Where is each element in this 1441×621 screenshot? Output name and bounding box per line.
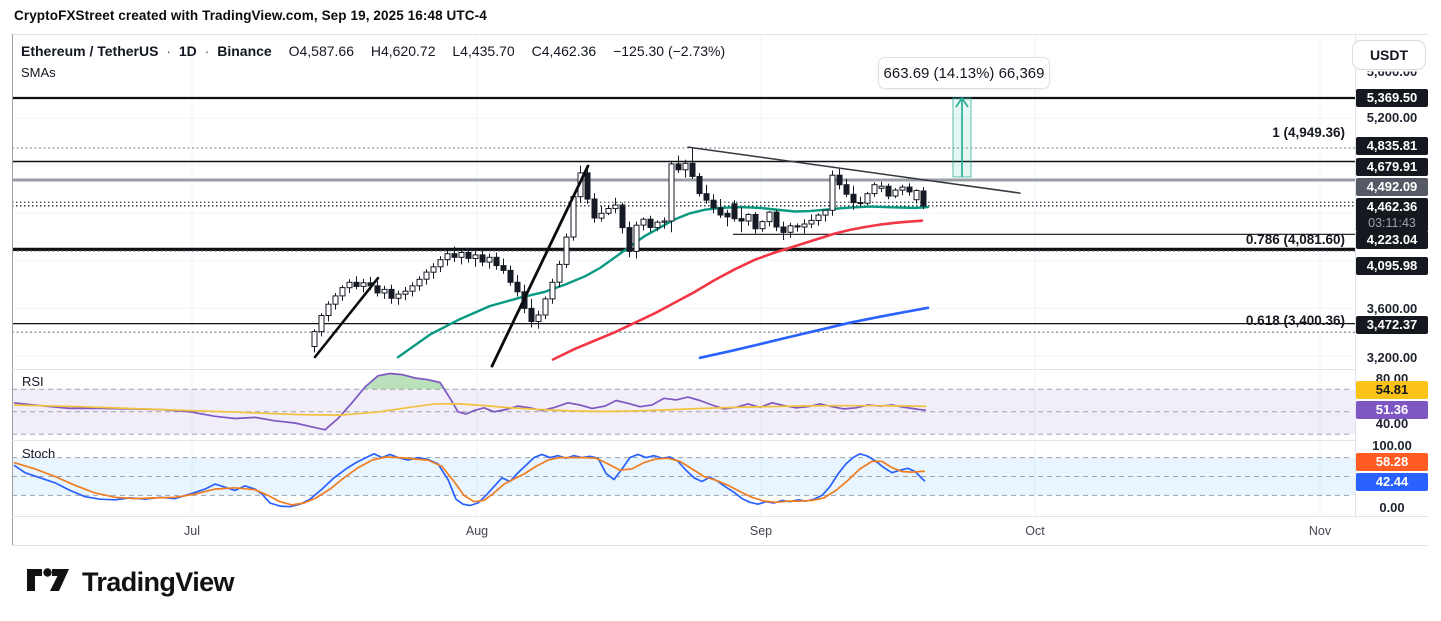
rsi-panel-label[interactable]: RSI bbox=[22, 374, 44, 389]
chart-top-border bbox=[12, 34, 1428, 35]
price-badge: 54.81 bbox=[1356, 381, 1428, 399]
price-badge: 4,095.98 bbox=[1356, 257, 1428, 275]
symbol-title-row: Ethereum / TetherUS · 1D · Binance O4,58… bbox=[21, 43, 725, 59]
symbol-name[interactable]: Ethereum / TetherUS bbox=[21, 43, 158, 59]
chart-bottom-border bbox=[12, 545, 1428, 546]
tradingview-wordmark: TradingView bbox=[82, 567, 234, 598]
current-price-label: 4,462.36 bbox=[1356, 198, 1428, 216]
price-badge: 42.44 bbox=[1356, 473, 1428, 491]
exchange-label: Binance bbox=[217, 43, 271, 59]
bar-countdown: 03:11:43 bbox=[1356, 216, 1428, 232]
tradingview-chart-screenshot: CryptoFXStreet created with TradingView.… bbox=[0, 0, 1441, 621]
price-tick: 100.00 bbox=[1356, 438, 1428, 453]
ohlc-low: L4,435.70 bbox=[452, 43, 514, 59]
month-label: Jul bbox=[170, 524, 214, 538]
price-badge: 4,835.81 bbox=[1356, 137, 1428, 155]
price-badge: 51.36 bbox=[1356, 401, 1428, 419]
tradingview-logo-icon bbox=[26, 566, 70, 599]
price-tick: 3,200.00 bbox=[1356, 350, 1428, 365]
fib-label: 1 (4,949.36) bbox=[1272, 125, 1345, 140]
price-measure-callout: 663.69 (14.13%) 66,369 bbox=[878, 57, 1050, 89]
price-tick: 0.00 bbox=[1356, 500, 1428, 515]
tradingview-logo[interactable]: TradingView bbox=[26, 566, 234, 599]
currency-toggle-button[interactable]: USDT bbox=[1352, 40, 1426, 70]
stoch-panel-separator bbox=[12, 440, 1355, 441]
month-label: Oct bbox=[1013, 524, 1057, 538]
fib-label: 0.786 (4,081.60) bbox=[1246, 232, 1345, 247]
fib-label: 0.618 (3,400.36) bbox=[1246, 313, 1345, 328]
rsi-panel-separator bbox=[12, 369, 1355, 370]
price-badge: 4,492.09 bbox=[1356, 178, 1428, 196]
price-badge: 4,679.91 bbox=[1356, 158, 1428, 176]
ohlc-change: −125.30 (−2.73%) bbox=[613, 43, 725, 59]
chart-left-border bbox=[12, 34, 13, 545]
month-label: Aug bbox=[455, 524, 499, 538]
interval-label[interactable]: 1D bbox=[179, 43, 197, 59]
price-tick: 5,200.00 bbox=[1356, 110, 1428, 125]
time-axis-separator bbox=[12, 516, 1428, 517]
price-tick: 3,600.00 bbox=[1356, 301, 1428, 316]
title-separator: · bbox=[166, 43, 171, 59]
price-badge: 4,462.3603:11:43 bbox=[1356, 198, 1428, 232]
title-separator: · bbox=[205, 43, 210, 59]
stoch-panel-label[interactable]: Stoch bbox=[22, 446, 55, 461]
month-label: Sep bbox=[739, 524, 783, 538]
smas-indicator-label[interactable]: SMAs bbox=[21, 65, 56, 80]
price-badge: 5,369.50 bbox=[1356, 89, 1428, 107]
ohlc-high: H4,620.72 bbox=[371, 43, 436, 59]
price-badge: 58.28 bbox=[1356, 453, 1428, 471]
ohlc-close: C4,462.36 bbox=[532, 43, 597, 59]
month-label: Nov bbox=[1298, 524, 1342, 538]
price-badge: 4,223.04 bbox=[1356, 231, 1428, 249]
price-badge: 3,472.37 bbox=[1356, 316, 1428, 334]
ohlc-open: O4,587.66 bbox=[289, 43, 354, 59]
